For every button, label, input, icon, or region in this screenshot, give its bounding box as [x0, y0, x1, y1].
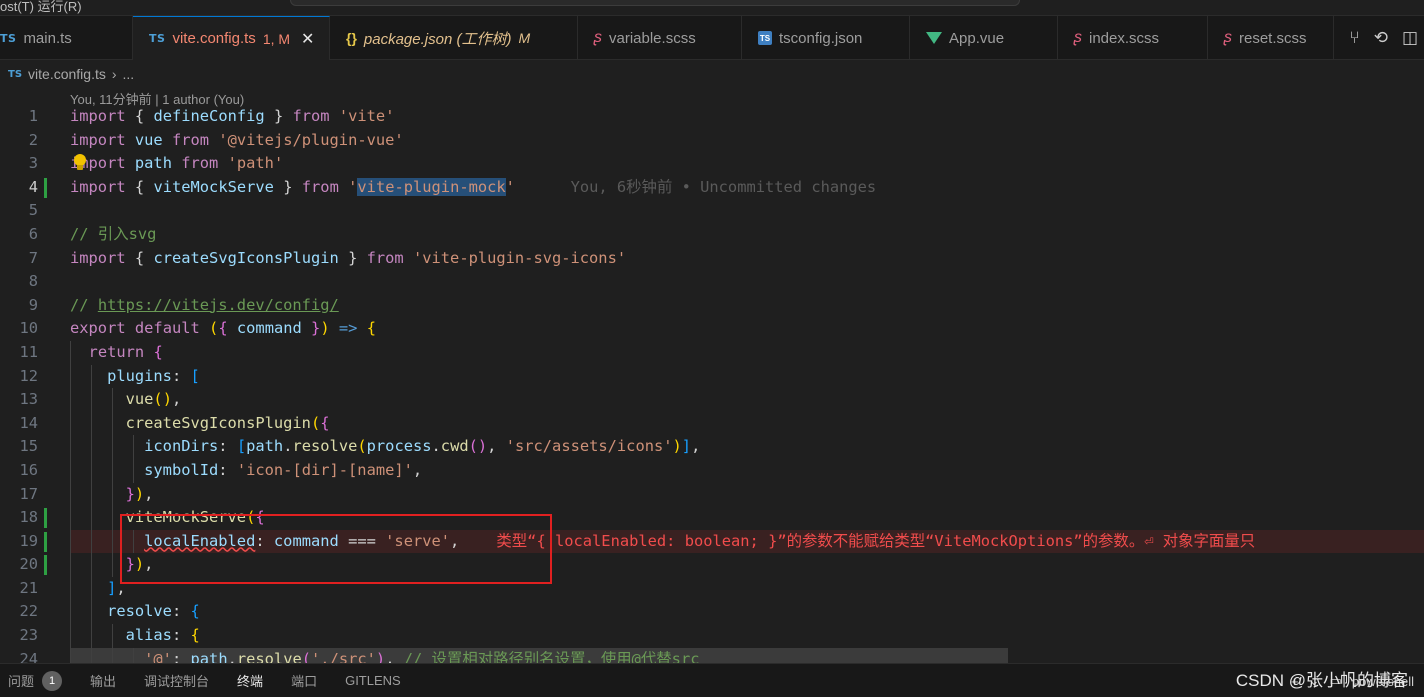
tab-main-ts[interactable]: TS main.ts — [0, 16, 133, 60]
tab-label: index.scss — [1089, 29, 1160, 47]
tab-debug-console[interactable]: 调试控制台 — [130, 664, 223, 697]
tab-app-vue[interactable]: App.vue — [910, 16, 1058, 60]
tab-gitlens[interactable]: GITLENS — [331, 664, 415, 697]
code-line: 16 symbolId: 'icon-[dir]-[name]', — [0, 458, 1424, 483]
tsconfig-icon: TS — [758, 31, 772, 45]
typescript-icon: TS — [0, 31, 17, 45]
code-line: 13 vue(), — [0, 388, 1424, 412]
tab-label: tsconfig.json — [779, 29, 863, 47]
breadcrumb-separator-icon: › — [111, 66, 117, 82]
editor-tab-bar: TS main.ts TS vite.config.ts 1, M ✕ {} p… — [0, 16, 1424, 60]
menu-fragment[interactable]: ost(T) 运行(R) — [0, 0, 82, 15]
close-icon[interactable]: ✕ — [301, 29, 314, 49]
code-line: 17 }), — [0, 482, 1424, 507]
code-line: 7 import { createSvgIconsPlugin } from 'v… — [28, 248, 627, 267]
highlight-annotation-box — [120, 514, 552, 584]
code-line: 23 alias: { — [0, 624, 1424, 648]
code-line: 15 iconDirs: [path.resolve(process.cwd()… — [0, 435, 1424, 459]
code-line: 14 createSvgIconsPlugin({ — [0, 411, 1424, 436]
breadcrumb: TS vite.config.ts › ... — [0, 60, 1424, 88]
code-line: 5 — [28, 201, 38, 220]
tab-label: reset.scss — [1239, 29, 1307, 47]
open-changes-icon[interactable]: ⟲ — [1374, 28, 1388, 48]
typescript-icon: TS — [8, 68, 23, 80]
code-line: 10 export default ({ command }) => { — [19, 319, 376, 338]
inline-blame: You, 6秒钟前 • Uncommitted changes — [570, 177, 877, 196]
code-line: 22 resolve: { — [0, 600, 1424, 625]
tab-label: package.json (工作树) — [363, 30, 512, 48]
tab-label: vite.config.ts — [172, 30, 256, 47]
tab-status: 1, M — [262, 30, 291, 47]
code-line: 11 return { — [0, 340, 1424, 365]
code-line: 12 plugins: [ — [0, 364, 1424, 389]
inline-error-message: 类型“{ localEnabled: boolean; }”的参数不能赋给类型“… — [496, 531, 1256, 550]
json-braces-icon: {} — [346, 30, 357, 46]
code-line: 24 '@': path.resolve('./src'), // 设置相对路径… — [0, 647, 1424, 663]
tab-index-scss[interactable]: ʂ index.scss — [1058, 16, 1208, 60]
tab-label: 调试控制台 — [144, 674, 210, 689]
scss-icon: ʂ — [1074, 29, 1082, 46]
code-line: 1 import { defineConfig } from 'vite' — [28, 107, 395, 125]
code-line: 3 import path from 'path' — [28, 154, 284, 173]
code-line: 4 import { viteMockServe } from 'vite-plu… — [28, 177, 877, 198]
breadcrumb-more[interactable]: ... — [123, 66, 135, 82]
tab-vite-config-ts[interactable]: TS vite.config.ts 1, M ✕ — [133, 16, 330, 60]
tab-output[interactable]: 输出 — [76, 664, 130, 697]
scss-icon: ʂ — [594, 29, 602, 46]
command-center[interactable] — [290, 0, 1020, 6]
watermark: CSDN @张小帆的博客 — [1235, 671, 1408, 690]
scss-icon: ʂ — [1224, 29, 1232, 46]
panel-tab-bar: 问题 1 输出 调试控制台 终端 端口 GITLENS + ⌄ ▭ powers… — [0, 663, 1424, 697]
split-editor-icon[interactable]: ◫ — [1402, 28, 1418, 48]
code-line: 2 import vue from '@vitejs/plugin-vue' — [28, 130, 404, 149]
tab-label: 输出 — [90, 674, 117, 689]
tab-ports[interactable]: 端口 — [277, 664, 331, 697]
code-line: 6// 引入svg — [28, 224, 157, 243]
tab-label: main.ts — [23, 29, 72, 47]
vue-icon — [926, 32, 942, 44]
tab-package-json[interactable]: {} package.json (工作树) M — [330, 16, 578, 60]
tab-status: M — [518, 30, 531, 46]
tab-label: 端口 — [291, 674, 318, 689]
tab-reset-scss[interactable]: ʂ reset.scss — [1208, 16, 1334, 60]
tab-label: 问题 — [8, 674, 35, 689]
tab-label: 终端 — [237, 674, 264, 689]
problems-count-badge: 1 — [42, 670, 63, 691]
tab-variable-scss[interactable]: ʂ variable.scss — [578, 16, 742, 60]
code-line: 9// https://vitejs.dev/config/ — [28, 295, 339, 314]
tab-label: GITLENS — [345, 673, 401, 688]
title-bar: ost(T) 运行(R) — [0, 0, 1424, 16]
tab-label: variable.scss — [609, 29, 696, 47]
tab-problems[interactable]: 问题 1 — [0, 664, 76, 697]
editor-actions: ⑂ ⟲ ◫ — [1349, 16, 1424, 60]
tab-tsconfig-json[interactable]: TS tsconfig.json — [742, 16, 910, 60]
breadcrumb-file[interactable]: vite.config.ts — [28, 66, 106, 82]
code-line: 8 — [28, 272, 38, 291]
tab-terminal[interactable]: 终端 — [223, 664, 277, 697]
tab-label: App.vue — [949, 29, 1005, 47]
source-control-compare-icon[interactable]: ⑂ — [1349, 28, 1359, 48]
typescript-icon: TS — [149, 32, 166, 45]
lightbulb-icon[interactable] — [73, 154, 87, 172]
